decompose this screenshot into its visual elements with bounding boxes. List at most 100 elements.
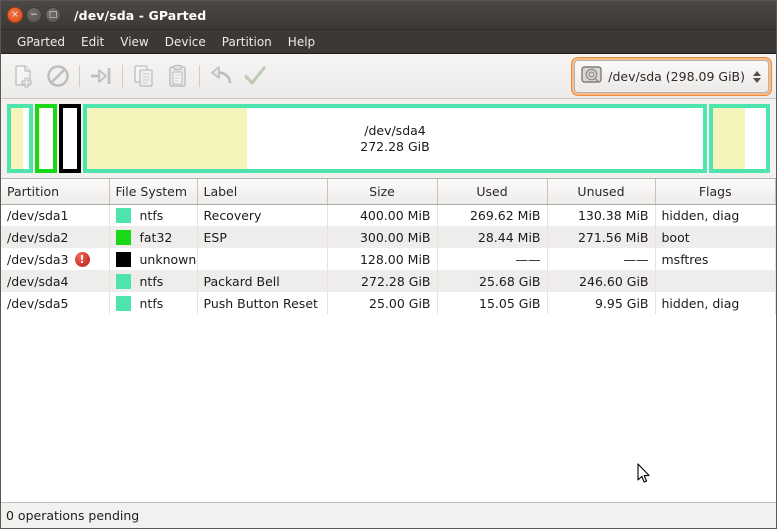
table-row[interactable]: /dev/sda3 ! unknown 128.00 MiB —— —— msf… <box>1 248 776 270</box>
filesystem-color-swatch-icon <box>115 229 131 245</box>
menu-item-edit[interactable]: Edit <box>73 33 112 51</box>
cell-size: 300.00 MiB <box>327 226 438 248</box>
close-button[interactable]: × <box>7 7 23 23</box>
warning-icon[interactable]: ! <box>74 251 90 267</box>
table-row[interactable]: /dev/sda1 ntfs Recovery 400.00 MiB 269.6… <box>1 204 776 226</box>
filesystem-name: ntfs <box>139 273 164 289</box>
delete-partition-button[interactable] <box>41 59 75 93</box>
column-header-label[interactable]: Label <box>197 179 328 205</box>
status-bar: 0 operations pending <box>1 502 776 528</box>
gparted-window: × − □ /dev/sda - GParted GParted Edit Vi… <box>0 0 777 529</box>
graphic-used-fill <box>39 108 41 169</box>
cell-flags: hidden, diag <box>655 292 776 314</box>
copy-button[interactable] <box>127 59 161 93</box>
undo-button[interactable] <box>204 59 238 93</box>
apply-button[interactable] <box>238 59 272 93</box>
filesystem-cell: fat32 <box>115 229 191 245</box>
toolbar-separator <box>199 65 200 87</box>
spinner-arrows-icon[interactable] <box>753 70 761 83</box>
cell-label: Push Button Reset <box>197 292 328 314</box>
column-header-unused[interactable]: Unused <box>547 179 656 205</box>
graphic-partition-name: /dev/sda4 <box>364 122 426 138</box>
filesystem-cell: ntfs <box>115 295 191 311</box>
new-partition-icon <box>11 63 37 89</box>
column-header-used[interactable]: Used <box>437 179 548 205</box>
harddisk-icon <box>581 65 602 88</box>
menu-item-device[interactable]: Device <box>157 33 214 51</box>
graphic-partition-sda1[interactable] <box>7 104 33 173</box>
partition-table-container[interactable]: Partition File System Label Size Used Un… <box>1 178 776 502</box>
column-header-filesystem[interactable]: File System <box>109 179 198 205</box>
cell-label: Recovery <box>197 204 328 226</box>
cell-used: 269.62 MiB <box>437 204 548 226</box>
menu-item-partition[interactable]: Partition <box>214 33 280 51</box>
cell-size: 272.28 GiB <box>327 270 438 292</box>
graphic-partition-body <box>713 108 766 169</box>
undo-icon <box>208 63 234 89</box>
menu-item-view[interactable]: View <box>112 33 156 51</box>
maximize-button[interactable]: □ <box>45 7 61 23</box>
table-row[interactable]: /dev/sda4 ntfs Packard Bell 272.28 GiB 2… <box>1 270 776 292</box>
filesystem-name: ntfs <box>139 295 164 311</box>
copy-icon <box>131 63 157 89</box>
cell-label: ESP <box>197 226 328 248</box>
menu-item-help[interactable]: Help <box>280 33 323 51</box>
graphic-partition-body <box>11 108 29 169</box>
resize-move-icon <box>88 63 114 89</box>
graphic-partition-body <box>63 108 77 169</box>
cell-filesystem: unknown <box>109 248 198 270</box>
column-header-size[interactable]: Size <box>327 179 438 205</box>
graphic-partition-sda5[interactable] <box>709 104 770 173</box>
filesystem-color-swatch-icon <box>115 295 131 311</box>
new-partition-button[interactable] <box>7 59 41 93</box>
column-header-partition[interactable]: Partition <box>1 179 110 205</box>
cell-unused: —— <box>547 248 656 270</box>
table-row[interactable]: /dev/sda2 fat32 ESP 300.00 MiB 28.44 MiB… <box>1 226 776 248</box>
column-header-flags[interactable]: Flags <box>655 179 776 205</box>
partition-name-cell: /dev/sda4 <box>7 274 103 289</box>
cell-size: 400.00 MiB <box>327 204 438 226</box>
cell-label: Packard Bell <box>197 270 328 292</box>
cell-partition: /dev/sda4 <box>1 270 110 292</box>
device-selector[interactable]: /dev/sda (298.09 GiB) <box>574 60 769 93</box>
menu-item-gparted[interactable]: GParted <box>9 33 73 51</box>
cell-unused: 246.60 GiB <box>547 270 656 292</box>
cell-filesystem: ntfs <box>109 292 198 314</box>
toolbar: /dev/sda (298.09 GiB) <box>1 54 776 99</box>
cell-flags: msftres <box>655 248 776 270</box>
cell-size: 128.00 MiB <box>327 248 438 270</box>
graphic-partition-body: /dev/sda4 272.28 GiB <box>87 108 703 169</box>
cell-partition: /dev/sda2 <box>1 226 110 248</box>
graphic-used-fill <box>11 108 24 169</box>
table-row[interactable]: /dev/sda5 ntfs Push Button Reset 25.00 G… <box>1 292 776 314</box>
partition-name: /dev/sda5 <box>7 295 69 311</box>
resize-move-button[interactable] <box>84 59 118 93</box>
partition-name-cell: /dev/sda2 <box>7 230 103 245</box>
partition-name: /dev/sda1 <box>7 207 69 223</box>
cell-partition: /dev/sda3 ! <box>1 248 110 270</box>
graphic-partition-sda4[interactable]: /dev/sda4 272.28 GiB <box>83 104 707 173</box>
graphic-partition-sda2[interactable] <box>35 104 57 173</box>
apply-checkmark-icon <box>242 63 268 89</box>
paste-button[interactable] <box>161 59 195 93</box>
filesystem-name: unknown <box>139 251 197 267</box>
device-selector-label: /dev/sda (298.09 GiB) <box>608 69 745 84</box>
minimize-button[interactable]: − <box>26 7 42 23</box>
cell-flags: hidden, diag <box>655 204 776 226</box>
graphic-partition-label: /dev/sda4 272.28 GiB <box>360 123 429 154</box>
cell-filesystem: ntfs <box>109 270 198 292</box>
graphic-used-fill <box>713 108 745 169</box>
cell-unused: 271.56 MiB <box>547 226 656 248</box>
graphic-partition-body <box>39 108 53 169</box>
cell-unused: 130.38 MiB <box>547 204 656 226</box>
window-controls: × − □ <box>7 7 61 23</box>
delete-partition-icon <box>45 63 71 89</box>
cell-used: 25.68 GiB <box>437 270 548 292</box>
partition-graphic: /dev/sda4 272.28 GiB <box>1 99 776 178</box>
partition-name: /dev/sda4 <box>7 273 69 289</box>
partition-name: /dev/sda3 <box>7 251 69 267</box>
cell-used: —— <box>437 248 548 270</box>
graphic-partition-sda3[interactable] <box>59 104 81 173</box>
partition-name-cell: /dev/sda5 <box>7 296 103 311</box>
title-bar: × − □ /dev/sda - GParted <box>1 1 776 30</box>
